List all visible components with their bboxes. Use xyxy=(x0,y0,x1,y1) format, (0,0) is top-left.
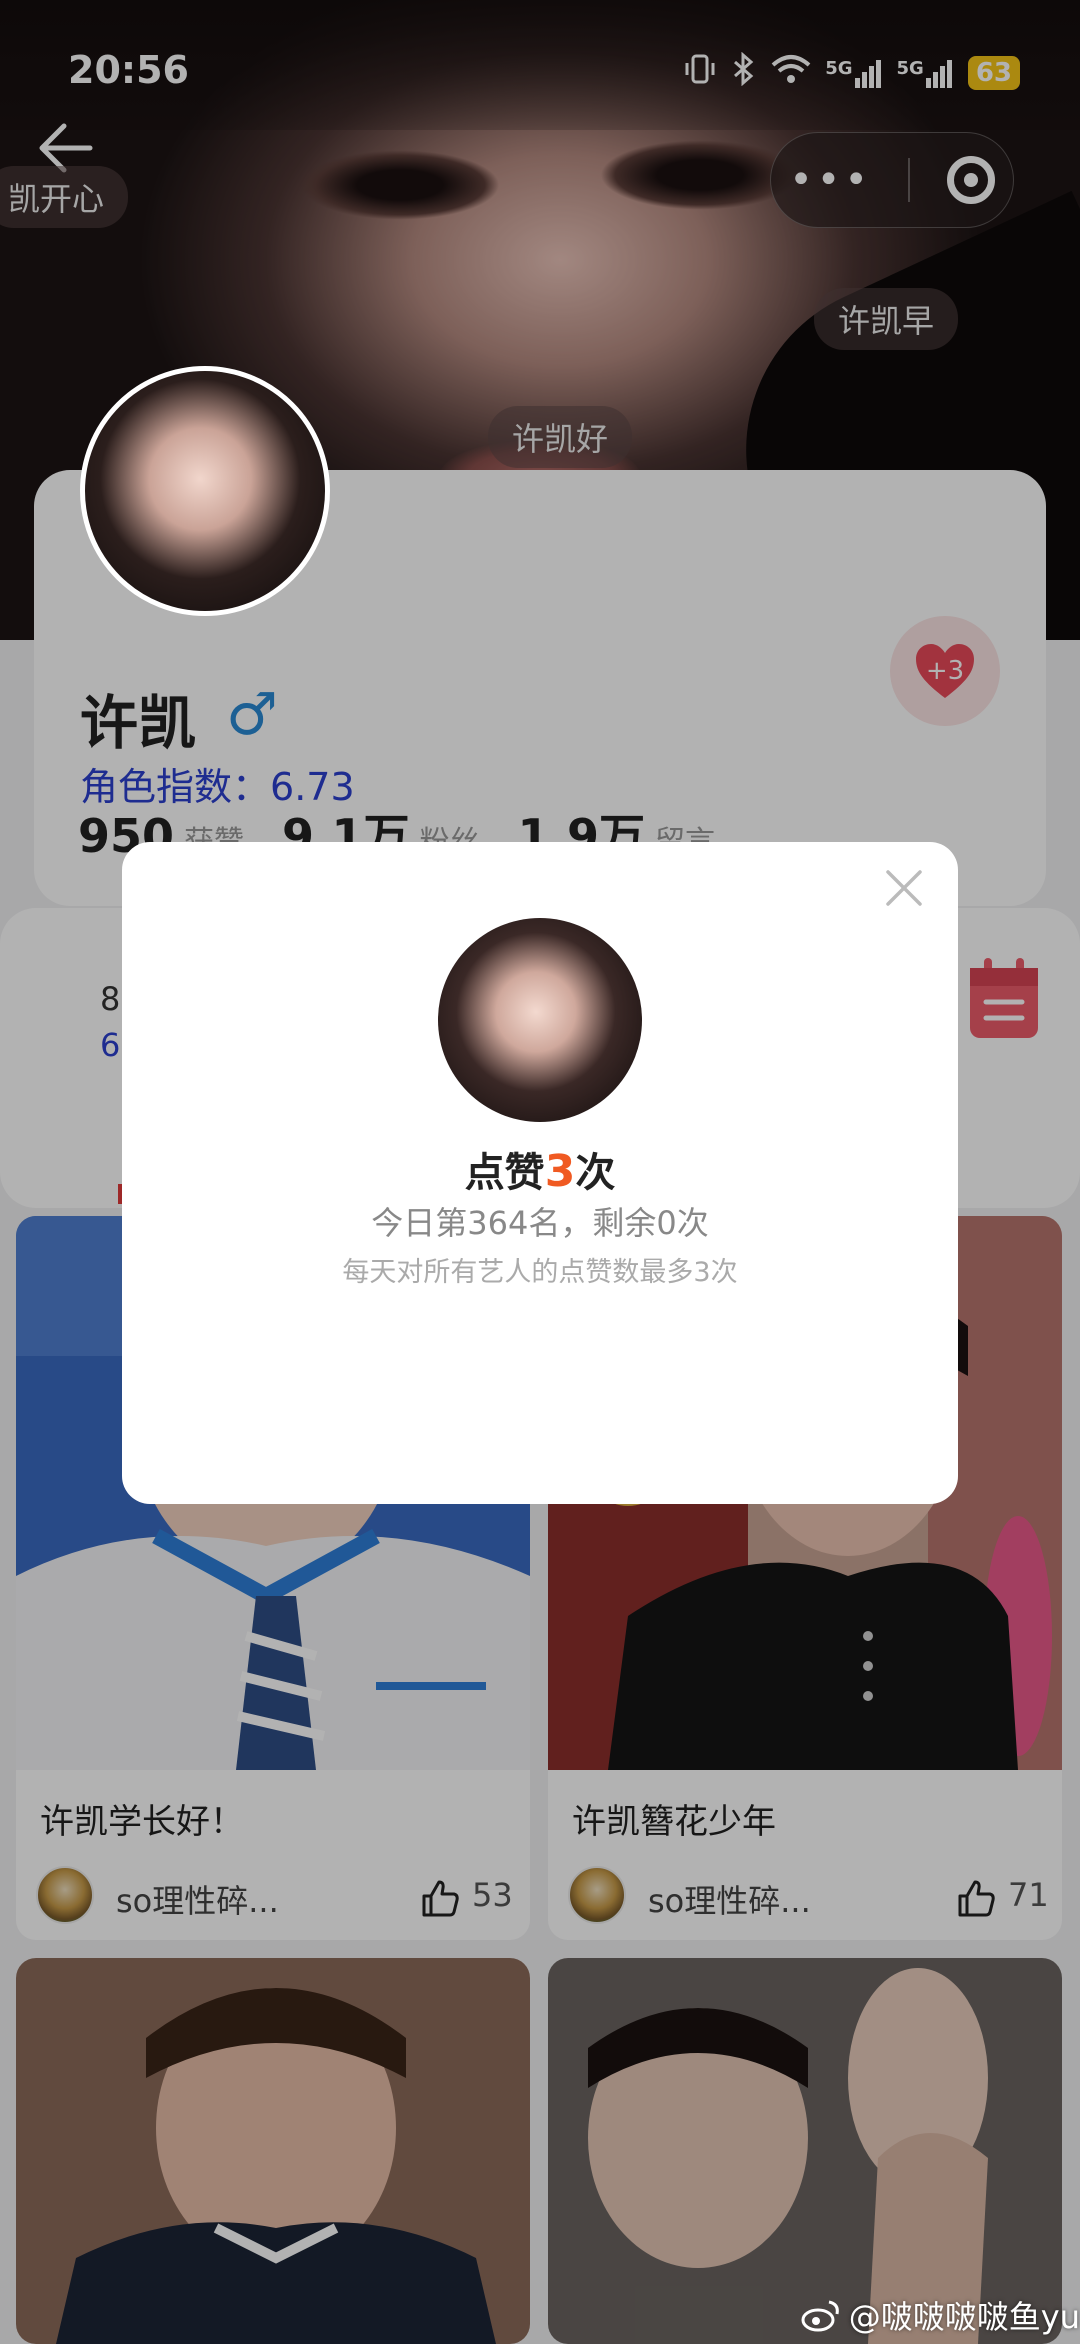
dialog-title-prefix: 点赞 xyxy=(464,1150,545,1196)
dialog-rank: 今日第364名，剩余0次 xyxy=(371,1204,709,1242)
dialog-title-suffix: 次 xyxy=(575,1150,616,1196)
like-result-dialog: 点赞3次 今日第364名，剩余0次 每天对所有艺人的点赞数最多3次 xyxy=(122,842,958,1504)
watermark-text: @啵啵啵啵鱼yu xyxy=(848,2298,1080,2336)
weibo-icon xyxy=(801,2300,839,2332)
weibo-watermark: @啵啵啵啵鱼yu xyxy=(801,2292,1080,2338)
dialog-note: 每天对所有艺人的点赞数最多3次 xyxy=(342,1257,738,1288)
dialog-avatar xyxy=(438,918,642,1122)
dialog-like-count: 3 xyxy=(544,1146,576,1197)
dialog-title: 点赞3次 xyxy=(122,1140,958,1198)
avatar[interactable] xyxy=(80,366,330,616)
close-icon[interactable] xyxy=(880,864,928,912)
